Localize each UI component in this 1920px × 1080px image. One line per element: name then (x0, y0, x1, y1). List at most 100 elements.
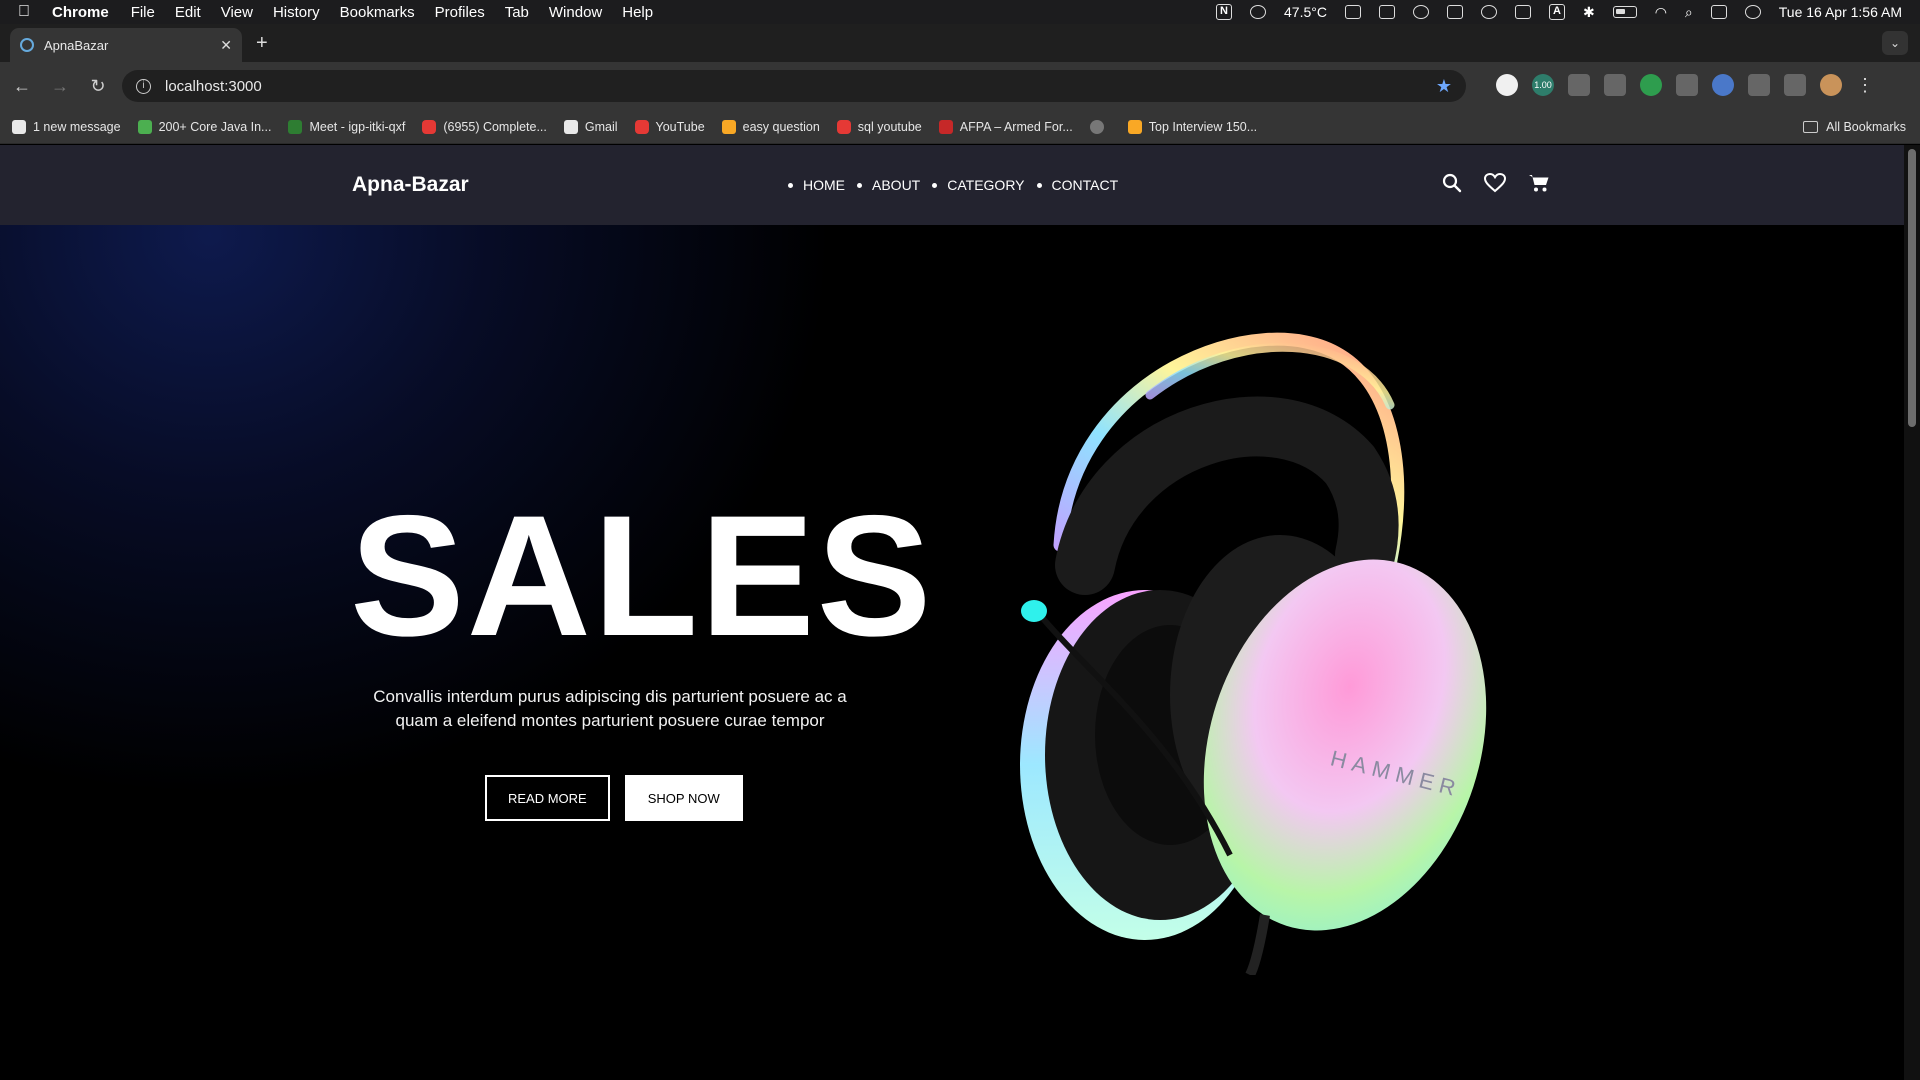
bookmark-label: Gmail (584, 119, 618, 134)
menu-profiles[interactable]: Profiles (435, 4, 485, 21)
nav-category[interactable]: CATEGORY (932, 177, 1025, 193)
headphones-icon[interactable] (1412, 5, 1429, 19)
bookmark-item[interactable]: Gmail (563, 119, 618, 134)
menu-history[interactable]: History (273, 4, 320, 21)
bookmark-item[interactable] (1089, 119, 1111, 134)
bookmarks-bar: 1 new message 200+ Core Java In... Meet - … (0, 110, 1920, 144)
bookmark-item[interactable]: Top Interview 150... (1127, 119, 1258, 134)
eyedropper-icon[interactable] (1568, 74, 1590, 96)
speed-extension-badge[interactable]: 1.00 (1532, 74, 1554, 96)
nav-home-label[interactable]: HOME (803, 177, 845, 193)
menu-help[interactable]: Help (622, 4, 653, 21)
new-tab-button[interactable]: + (256, 32, 268, 55)
bookmark-star-icon[interactable]: ★ (1436, 76, 1452, 97)
bookmark-label: AFPA – Armed For... (959, 119, 1073, 134)
tab-title: ApnaBazar (44, 37, 109, 53)
stage-manager-icon[interactable] (1378, 5, 1395, 19)
nav-home[interactable]: HOME (788, 177, 845, 193)
menu-bookmarks[interactable]: Bookmarks (340, 4, 415, 21)
window-icon[interactable] (1514, 5, 1531, 19)
display-icon[interactable] (1344, 5, 1361, 19)
input-source-icon[interactable]: A (1548, 4, 1565, 20)
read-more-button[interactable]: READ MORE (485, 775, 610, 821)
bookmark-label: sql youtube (857, 119, 922, 134)
cart-icon[interactable] (1528, 173, 1550, 193)
bullet-icon (857, 182, 862, 188)
bookmark-item[interactable]: YouTube (634, 119, 705, 134)
bookmark-item[interactable]: (6955) Complete... (422, 119, 547, 134)
battery-icon[interactable] (1612, 6, 1637, 18)
menu-view[interactable]: View (221, 4, 253, 21)
url-text[interactable]: localhost:3000 (165, 78, 262, 95)
bookmark-item[interactable]: AFPA – Armed For... (938, 119, 1073, 134)
menu-window[interactable]: Window (549, 4, 602, 21)
apple-icon[interactable]:  (18, 3, 30, 21)
reload-icon[interactable]: ↻ (82, 76, 114, 97)
react-favicon-icon (20, 38, 34, 52)
site-info-icon[interactable]: i (136, 78, 151, 94)
forward-icon[interactable]: → (44, 76, 76, 97)
bookmark-label: 200+ Core Java In... (158, 119, 272, 134)
bookmark-label: 1 new message (33, 119, 121, 134)
nav-contact-label[interactable]: CONTACT (1052, 177, 1119, 193)
avatar-extension-icon[interactable] (1496, 74, 1518, 96)
bullet-icon (788, 182, 793, 188)
close-tab-icon[interactable]: ✕ (220, 37, 232, 54)
browser-toolbar: ← → ↻ i localhost:3000 ★ 1.00 ⋮ (0, 62, 1920, 110)
bluetooth-icon[interactable]: ✱ (1583, 4, 1595, 21)
wave-extension-icon[interactable] (1604, 74, 1626, 96)
play-icon[interactable] (1480, 5, 1497, 19)
menu-tab[interactable]: Tab (505, 4, 529, 21)
siri-icon[interactable] (1744, 5, 1761, 19)
menu-file[interactable]: File (131, 4, 155, 21)
shop-now-button[interactable]: SHOP NOW (624, 775, 743, 821)
control-center-icon[interactable] (1710, 5, 1727, 19)
bug-extension-icon[interactable] (1712, 74, 1734, 96)
site-brand[interactable]: Apna-Bazar (352, 173, 469, 197)
page-scrollbar[interactable] (1904, 145, 1920, 1080)
bookmark-label: Meet - igp-itki-qxf (309, 119, 406, 134)
header-icons (1442, 173, 1550, 193)
reading-list-icon[interactable] (1784, 74, 1806, 96)
bookmark-label: Top Interview 150... (1148, 119, 1258, 134)
all-bookmarks-button[interactable]: All Bookmarks (1803, 120, 1906, 134)
bookmark-item[interactable]: 1 new message (12, 119, 121, 134)
activity-icon[interactable] (1446, 5, 1463, 19)
bookmark-favicon-icon (721, 119, 736, 134)
a-extension-icon[interactable] (1676, 74, 1698, 96)
spotlight-icon[interactable]: ⌕ (1685, 4, 1693, 21)
menu-edit[interactable]: Edit (175, 4, 201, 21)
green-extension-icon[interactable] (1640, 74, 1662, 96)
bookmark-item[interactable]: sql youtube (836, 119, 922, 134)
more-menu-icon[interactable]: ⋮ (1856, 75, 1874, 96)
bookmark-favicon-icon (634, 119, 649, 134)
nav-category-label[interactable]: CATEGORY (947, 177, 1024, 193)
profile-avatar[interactable] (1820, 74, 1842, 96)
nav-contact[interactable]: CONTACT (1036, 177, 1119, 193)
os-menubar:  Chrome File Edit View History Bookmark… (0, 0, 1920, 24)
app-name[interactable]: Chrome (52, 4, 109, 21)
address-bar[interactable]: i localhost:3000 ★ (122, 70, 1466, 102)
wifi-icon[interactable]: ◠ (1655, 4, 1667, 21)
tab-search-button[interactable]: ⌄ (1882, 31, 1908, 55)
scrollbar-thumb[interactable] (1908, 149, 1916, 427)
bookmark-item[interactable]: easy question (721, 119, 820, 134)
bookmark-favicon-icon (288, 119, 303, 134)
all-bookmarks-label: All Bookmarks (1826, 119, 1906, 134)
clock[interactable]: Tue 16 Apr 1:56 AM (1779, 4, 1902, 20)
back-icon[interactable]: ← (6, 76, 38, 97)
nav-about[interactable]: ABOUT (857, 177, 920, 193)
tab-strip: ApnaBazar ✕ + ⌄ (0, 24, 1920, 62)
tab-apnabazar[interactable]: ApnaBazar ✕ (10, 28, 242, 62)
bullet-icon (1036, 182, 1042, 188)
heart-icon[interactable] (1484, 173, 1506, 193)
temperature-icon[interactable] (1250, 5, 1266, 19)
nav-about-label[interactable]: ABOUT (872, 177, 920, 193)
bookmark-item[interactable]: Meet - igp-itki-qxf (288, 119, 406, 134)
status-area: N 47.5°C A ✱ ◠ ⌕ Tue 16 Apr 1:56 AM (1216, 4, 1902, 21)
notion-icon[interactable]: N (1216, 4, 1232, 20)
puzzle-icon[interactable] (1748, 74, 1770, 96)
bookmark-item[interactable]: 200+ Core Java In... (137, 119, 272, 134)
search-icon[interactable] (1442, 173, 1462, 193)
temperature-readout[interactable]: 47.5°C (1284, 4, 1327, 20)
